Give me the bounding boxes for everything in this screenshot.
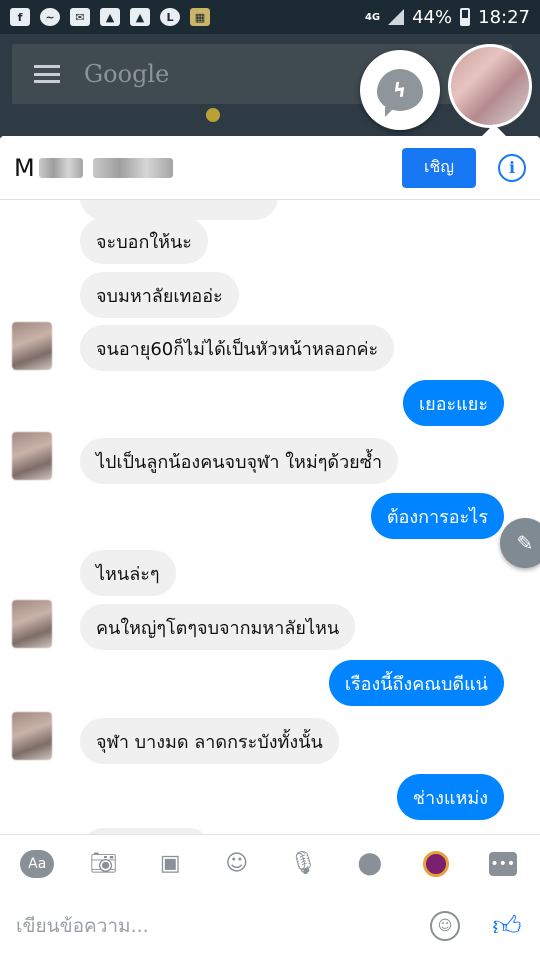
- message-bubble-incoming[interactable]: จุฬา บางมด ลาดกระบังทั้งนั้น: [80, 718, 339, 764]
- conversation-title: M: [14, 154, 173, 182]
- clock: 18:27: [478, 6, 530, 28]
- line-icon: L: [160, 8, 180, 26]
- message-bubble-incoming[interactable]: คนใหญ่ๆโตๆจบจากมหาลัยไหน: [80, 604, 356, 650]
- message-bubble-incoming[interactable]: จนอายุ60ก็ไม่ได้เป็นหัวหน้าหลอกค่ะ: [80, 325, 395, 371]
- sender-avatar[interactable]: [12, 712, 52, 760]
- invite-button[interactable]: เชิญ: [402, 147, 476, 188]
- network-type: 4G: [364, 11, 381, 23]
- message-bubble-outgoing[interactable]: ช่างแหม่ง: [396, 774, 504, 820]
- chat-panel: M เชิญ i จะบอกให้นะ จบมหาลัยเทออ่ะ จนอาย…: [0, 136, 540, 960]
- sender-avatar[interactable]: [12, 432, 52, 480]
- sender-avatar[interactable]: [12, 600, 52, 648]
- sender-avatar[interactable]: [12, 322, 52, 370]
- app-icon: ▦: [190, 8, 210, 26]
- message-list[interactable]: จะบอกให้นะ จบมหาลัยเทออ่ะ จนอายุ60ก็ไม่ไ…: [0, 200, 540, 834]
- gallery-icon: ▲: [100, 8, 120, 26]
- message-bubble-partial[interactable]: [80, 200, 278, 220]
- message-bubble-incoming[interactable]: จะบอกให้นะ: [80, 218, 208, 264]
- messenger-chat-head[interactable]: ϟ: [360, 50, 440, 130]
- redacted-name: [92, 157, 173, 178]
- battery-percent: 44%: [412, 6, 453, 28]
- chat-header: M เชิญ i: [0, 136, 540, 200]
- title-initial: M: [14, 153, 35, 182]
- composer: ☺ 👍︎: [0, 892, 540, 960]
- facebook-icon: f: [10, 8, 30, 26]
- emoji-icon[interactable]: ☺: [430, 911, 460, 941]
- menu-icon[interactable]: [34, 65, 60, 83]
- messenger-icon: ~: [40, 8, 60, 26]
- edit-pencil-icon[interactable]: ✎: [500, 518, 540, 568]
- battery-icon: [460, 8, 471, 26]
- gallery-icon: ▲: [130, 8, 150, 26]
- search-text: Google: [84, 60, 170, 88]
- signal-icon: [388, 9, 405, 25]
- message-bubble-incoming[interactable]: ไปเป็นลูกน้องคนจบจุฬา ใหม่ๆด้วยซ้ำ: [80, 438, 399, 484]
- message-bubble-incoming[interactable]: จบมหาลัยเทออ่ะ: [80, 272, 239, 318]
- text-format-button[interactable]: Aa: [20, 847, 55, 881]
- chat-head-pointer: [482, 124, 506, 136]
- location-icon[interactable]: ⬤: [353, 847, 387, 881]
- message-bubble-outgoing[interactable]: ต้องการอะไร: [370, 493, 504, 539]
- more-icon[interactable]: •••: [486, 847, 520, 881]
- messenger-logo-icon: ϟ: [377, 69, 423, 117]
- mail-icon: ✉: [70, 8, 90, 26]
- message-bubble-outgoing[interactable]: เรืองนี้ถึงคณบดีแน่: [328, 660, 504, 706]
- message-bubble-incoming[interactable]: ไหนล่ะๆ: [80, 550, 176, 596]
- smiley-icon[interactable]: ☺: [220, 847, 254, 881]
- message-input[interactable]: [16, 915, 396, 937]
- status-bar: f ~ ✉ ▲ ▲ L ▦ 4G 44% 18:27: [0, 0, 540, 34]
- microphone-icon[interactable]: 🎙︎: [286, 847, 320, 881]
- composer-toolbar: Aa 📷︎ ▣ ☺ 🎙︎ ⬤ •••: [0, 834, 540, 892]
- map-pin-icon: [206, 108, 220, 122]
- redacted-name: [38, 157, 83, 178]
- contact-chat-head[interactable]: [448, 44, 532, 128]
- info-icon[interactable]: i: [498, 153, 526, 182]
- image-icon[interactable]: ▣: [153, 847, 187, 881]
- message-bubble-outgoing[interactable]: เยอะแยะ: [403, 380, 504, 426]
- sticker-icon[interactable]: [419, 847, 453, 881]
- like-icon[interactable]: 👍︎: [490, 909, 524, 943]
- camera-icon[interactable]: 📷︎: [87, 847, 121, 881]
- text-format-icon: Aa: [20, 849, 55, 878]
